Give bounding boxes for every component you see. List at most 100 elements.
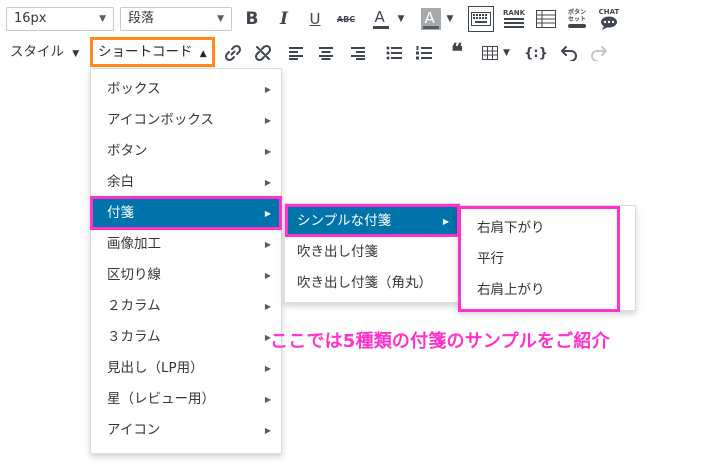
menu-item-spacing[interactable]: 余白 ▶ — [91, 167, 281, 198]
chevron-down-icon: ▼ — [99, 14, 106, 24]
submenu-item-simple-sticky[interactable]: シンプルな付箋 ▶ — [285, 206, 459, 237]
submenu-item-label: 吹き出し付箋 — [297, 244, 378, 260]
styles-dropdown[interactable]: スタイル ▼ — [10, 42, 79, 64]
caret-right-icon: ▶ — [264, 85, 271, 94]
chevron-down-icon: ▼ — [217, 14, 224, 24]
menu-item-label: 星（レビュー用） — [107, 391, 215, 407]
submenu-item-slope-down[interactable]: 右肩下がり — [459, 213, 635, 244]
shortcode-dropdown[interactable]: ショートコード ▲ — [90, 37, 215, 67]
unlink-button[interactable] — [252, 42, 274, 64]
menu-item-button[interactable]: ボタン ▶ — [91, 136, 281, 167]
editor-toolbar: 16px ▼ 段落 ▼ B I U ABC A ▼ A ▼ RANK ボタン セ… — [0, 0, 704, 72]
italic-icon: I — [280, 9, 288, 29]
unlink-icon — [254, 44, 272, 62]
align-left-button[interactable] — [286, 42, 306, 64]
submenu-item-label: 平行 — [477, 251, 504, 267]
background-color-glyph: A — [424, 9, 435, 27]
menu-item-label: 付箋 — [107, 205, 134, 221]
caret-right-icon: ▶ — [264, 147, 271, 156]
styles-label: スタイル — [10, 44, 64, 60]
menu-item-label: 余白 — [107, 174, 134, 190]
text-color-button[interactable]: A ▼ — [366, 6, 408, 32]
sticky-note-submenu: シンプルな付箋 ▶ 吹き出し付箋 吹き出し付箋（角丸） — [284, 203, 460, 303]
menu-item-label: 区切り線 — [107, 267, 161, 283]
table-insert-button[interactable]: ▼ — [476, 42, 516, 64]
background-color-button[interactable]: A ▼ — [416, 6, 458, 32]
table-insert-icon — [482, 46, 499, 60]
chevron-down-icon: ▼ — [397, 14, 405, 24]
chat-label: CHAT — [598, 7, 620, 16]
menu-item-label: 見出し（LP用） — [107, 360, 204, 376]
caret-right-icon: ▶ — [264, 364, 271, 373]
keyboard-button[interactable] — [468, 6, 494, 32]
menu-item-box[interactable]: ボックス ▶ — [91, 74, 281, 105]
redo-button[interactable] — [588, 42, 610, 64]
caret-right-icon: ▶ — [264, 209, 271, 218]
shortcode-button[interactable]: {:} — [524, 42, 548, 64]
menu-item-icon-box[interactable]: アイコンボックス ▶ — [91, 105, 281, 136]
menu-item-image-processing[interactable]: 画像加工 ▶ — [91, 229, 281, 260]
submenu-item-speech-sticky[interactable]: 吹き出し付箋 — [285, 237, 459, 268]
submenu-item-label: シンプルな付箋 — [297, 213, 392, 229]
caret-right-icon: ▶ — [264, 240, 271, 249]
menu-item-label: 画像加工 — [107, 236, 161, 252]
color-bar — [372, 26, 389, 29]
submenu-item-label: 右肩上がり — [477, 282, 545, 298]
menu-item-label: ボックス — [107, 81, 161, 97]
ranking-icon — [504, 17, 524, 28]
color-bar — [422, 26, 439, 29]
menu-item-sticky-note[interactable]: 付箋 ▶ — [91, 198, 281, 229]
ranking-button[interactable]: RANK — [500, 6, 528, 32]
undo-icon — [561, 46, 577, 61]
chat-button[interactable]: CHAT — [596, 6, 622, 32]
align-right-button[interactable] — [348, 42, 368, 64]
caret-right-icon: ▶ — [264, 178, 271, 187]
chevron-down-icon: ▼ — [72, 49, 80, 59]
button-set-button[interactable]: ボタン セット — [564, 6, 590, 32]
table-button[interactable] — [534, 6, 558, 32]
chevron-down-icon: ▼ — [446, 14, 454, 24]
underline-button[interactable]: U — [305, 8, 325, 30]
rank-label: RANK — [502, 8, 526, 17]
caret-right-icon: ▶ — [442, 217, 449, 226]
menu-item-label: ３カラム — [107, 329, 161, 345]
strikethrough-icon: ABC — [336, 14, 356, 24]
font-size-select[interactable]: 16px ▼ — [6, 7, 114, 31]
font-size-value: 16px — [14, 11, 47, 26]
menu-item-label: アイコンボックス — [107, 112, 214, 128]
submenu-item-slope-up[interactable]: 右肩上がり — [459, 275, 635, 306]
chevron-down-icon: ▼ — [503, 48, 510, 58]
align-right-icon — [351, 47, 365, 60]
strikethrough-button[interactable]: ABC — [334, 8, 358, 30]
menu-item-review-stars[interactable]: 星（レビュー用） ▶ — [91, 384, 281, 415]
undo-button[interactable] — [558, 42, 580, 64]
background-color-icon: A — [420, 8, 441, 30]
insert-link-button[interactable] — [222, 42, 244, 64]
block-format-value: 段落 — [128, 11, 155, 26]
blockquote-button[interactable]: ❝ — [446, 39, 468, 65]
button-set-label-top: ボタン — [567, 9, 586, 16]
caret-up-icon: ▲ — [199, 49, 207, 59]
submenu-item-label: 右肩下がり — [477, 220, 545, 236]
bullet-list-button[interactable] — [384, 42, 404, 64]
menu-item-three-column[interactable]: ３カラム ▶ — [91, 322, 281, 353]
shortcode-label: ショートコード — [98, 44, 193, 60]
menu-item-two-column[interactable]: ２カラム ▶ — [91, 291, 281, 322]
blockquote-icon: ❝ — [451, 39, 463, 65]
bullet-list-icon — [386, 46, 402, 60]
menu-item-icon[interactable]: アイコン ▶ — [91, 415, 281, 446]
menu-item-divider[interactable]: 区切り線 ▶ — [91, 260, 281, 291]
submenu-item-label: 吹き出し付箋（角丸） — [297, 275, 432, 291]
menu-item-label: アイコン — [107, 422, 161, 438]
menu-item-lp-heading[interactable]: 見出し（LP用） ▶ — [91, 353, 281, 384]
italic-button[interactable]: I — [274, 8, 294, 30]
table-icon — [536, 10, 556, 28]
shortcode-menu: ボックス ▶ アイコンボックス ▶ ボタン ▶ 余白 ▶ 付箋 ▶ 画像加工 ▶ 区切り線 ▶… — [90, 68, 282, 454]
submenu-item-flat[interactable]: 平行 — [459, 244, 635, 275]
link-icon — [224, 44, 242, 62]
submenu-item-speech-sticky-rounded[interactable]: 吹き出し付箋（角丸） — [285, 268, 459, 299]
bold-button[interactable]: B — [242, 8, 262, 30]
block-format-select[interactable]: 段落 ▼ — [120, 7, 232, 31]
align-center-button[interactable] — [316, 42, 336, 64]
numbered-list-button[interactable] — [414, 42, 434, 64]
